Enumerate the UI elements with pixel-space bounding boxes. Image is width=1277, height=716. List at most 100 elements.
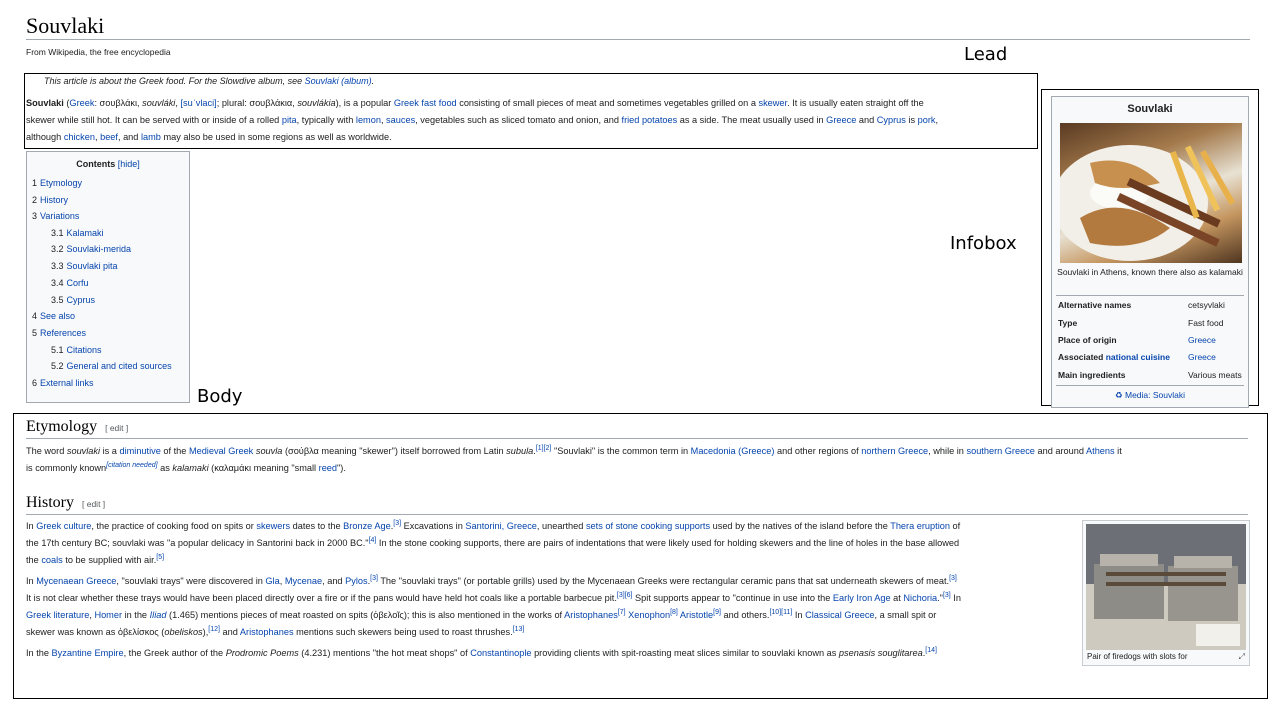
skewer-link[interactable]: skewer bbox=[758, 98, 787, 108]
toc-link-cyprus[interactable]: Cyprus bbox=[67, 295, 96, 305]
nichoria-link[interactable]: Nichoria bbox=[903, 593, 937, 603]
toc-item[interactable]: 3.5 Cyprus bbox=[51, 295, 95, 305]
toc-link-see-also[interactable]: See also bbox=[40, 311, 75, 321]
coals-link[interactable]: coals bbox=[41, 555, 62, 565]
cyprus-link[interactable]: Cyprus bbox=[877, 115, 906, 125]
ipa-link[interactable]: [suˈvlaci] bbox=[180, 98, 216, 108]
toc-item[interactable]: 3.3 Souvlaki pita bbox=[51, 261, 118, 271]
constantinople-link[interactable]: Constantinople bbox=[470, 648, 531, 658]
greek-link[interactable]: Greek bbox=[69, 98, 94, 108]
santorini-link[interactable]: Santorini, Greece bbox=[465, 521, 537, 531]
toc-link-souvlaki-pita[interactable]: Souvlaki pita bbox=[67, 261, 118, 271]
media-link[interactable]: Media: Souvlaki bbox=[1125, 390, 1185, 400]
reference-link[interactable]: [5] bbox=[156, 554, 164, 561]
greek-culture-link[interactable]: Greek culture bbox=[36, 521, 91, 531]
reference-link[interactable]: [7] bbox=[618, 609, 626, 616]
toc-link-citations[interactable]: Citations bbox=[67, 345, 102, 355]
citation-needed-link[interactable]: [citation needed] bbox=[106, 462, 157, 469]
infobox-cuisine-link[interactable]: Greece bbox=[1188, 352, 1216, 362]
toc-hide-toggle[interactable]: [hide] bbox=[118, 159, 140, 169]
pylos-link[interactable]: Pylos bbox=[345, 576, 367, 586]
gla-link[interactable]: Gla bbox=[265, 576, 279, 586]
diminutive-link[interactable]: diminutive bbox=[119, 446, 160, 456]
reference-link[interactable]: [3] bbox=[370, 575, 378, 582]
pork-link[interactable]: pork bbox=[918, 115, 936, 125]
aristophanes-link[interactable]: Aristophanes bbox=[240, 627, 294, 637]
early-iron-age-link[interactable]: Early Iron Age bbox=[833, 593, 891, 603]
toc-link-etymology[interactable]: Etymology bbox=[40, 178, 82, 188]
aristotle-link[interactable]: Aristotle bbox=[680, 610, 713, 620]
bronze-age-link[interactable]: Bronze Age bbox=[343, 521, 391, 531]
reference-link[interactable]: [12] bbox=[208, 626, 220, 633]
toc-link-history[interactable]: History bbox=[40, 195, 68, 205]
reference-link[interactable]: [8] bbox=[670, 609, 678, 616]
byzantine-empire-link[interactable]: Byzantine Empire bbox=[52, 648, 124, 658]
beef-link[interactable]: beef bbox=[100, 132, 118, 142]
toc-link-references[interactable]: References bbox=[40, 328, 86, 338]
reference-link[interactable]: [1][2] bbox=[536, 445, 552, 452]
firedogs-image[interactable] bbox=[1086, 524, 1246, 650]
southern-greece-link[interactable]: southern Greece bbox=[966, 446, 1034, 456]
medieval-greek-link[interactable]: Medieval Greek bbox=[189, 446, 253, 456]
toc-link-corfu[interactable]: Corfu bbox=[67, 278, 89, 288]
iliad-link[interactable]: Iliad bbox=[150, 610, 167, 620]
xenophon-link[interactable]: Xenophon bbox=[628, 610, 670, 620]
toc-link-variations[interactable]: Variations bbox=[40, 211, 79, 221]
enlarge-icon[interactable]: ⤢ bbox=[1239, 652, 1245, 662]
athens-link[interactable]: Athens bbox=[1086, 446, 1115, 456]
etymology-edit-link[interactable]: [ edit ] bbox=[105, 423, 128, 433]
infobox-image[interactable] bbox=[1060, 123, 1242, 263]
reference-link[interactable]: [14] bbox=[925, 647, 937, 654]
classical-greece-link[interactable]: Classical Greece bbox=[805, 610, 874, 620]
reference-link[interactable]: [3] bbox=[393, 520, 401, 527]
hatnote-album-link[interactable]: Souvlaki (album) bbox=[305, 76, 372, 86]
mycenaean-greece-link[interactable]: Mycenaean Greece bbox=[36, 576, 116, 586]
reference-link[interactable]: [9] bbox=[713, 609, 721, 616]
infobox-origin-link[interactable]: Greece bbox=[1188, 335, 1216, 345]
stone-supports-link[interactable]: sets of stone cooking supports bbox=[586, 521, 710, 531]
infobox-media[interactable]: ♻ Media: Souvlaki bbox=[1052, 390, 1248, 401]
lemon-link[interactable]: lemon bbox=[356, 115, 381, 125]
skewers-link[interactable]: skewers bbox=[256, 521, 290, 531]
national-cuisine-link[interactable]: national cuisine bbox=[1106, 352, 1170, 362]
toc-item[interactable]: 1 Etymology bbox=[32, 178, 82, 188]
history-edit-link[interactable]: [ edit ] bbox=[82, 499, 105, 509]
reference-link[interactable]: [13] bbox=[513, 626, 525, 633]
reference-link[interactable]: [3] bbox=[943, 592, 951, 599]
toc-link-souvlaki-merida[interactable]: Souvlaki-merida bbox=[67, 244, 132, 254]
greek-fast-food-link[interactable]: Greek fast food bbox=[394, 98, 457, 108]
homer-link[interactable]: Homer bbox=[94, 610, 122, 620]
toc-num: 3.2 bbox=[51, 244, 64, 254]
reed-link[interactable]: reed bbox=[319, 463, 337, 473]
sauces-link[interactable]: sauces bbox=[386, 115, 415, 125]
toc-item[interactable]: 3.1 Kalamaki bbox=[51, 228, 104, 238]
greece-link[interactable]: Greece bbox=[826, 115, 856, 125]
thera-eruption-link[interactable]: Thera eruption bbox=[890, 521, 950, 531]
history-heading-text: History bbox=[26, 494, 74, 511]
toc-item[interactable]: 2 History bbox=[32, 195, 68, 205]
northern-greece-link[interactable]: northern Greece bbox=[861, 446, 928, 456]
reference-link[interactable]: [3] bbox=[949, 575, 957, 582]
macedonia-link[interactable]: Macedonia (Greece) bbox=[691, 446, 775, 456]
chicken-link[interactable]: chicken bbox=[64, 132, 95, 142]
toc-item[interactable]: 3.4 Corfu bbox=[51, 278, 89, 288]
reference-link[interactable]: [10][11] bbox=[769, 609, 792, 616]
toc-item[interactable]: 6 External links bbox=[32, 378, 94, 388]
toc-link-kalamaki[interactable]: Kalamaki bbox=[67, 228, 104, 238]
aristophanes-link[interactable]: Aristophanes bbox=[564, 610, 618, 620]
toc-item[interactable]: 5.1 Citations bbox=[51, 345, 102, 355]
toc-link-sources[interactable]: General and cited sources bbox=[67, 361, 172, 371]
reference-link[interactable]: [3][6] bbox=[617, 592, 633, 599]
toc-item[interactable]: 3 Variations bbox=[32, 211, 79, 221]
toc-item[interactable]: 3.2 Souvlaki-merida bbox=[51, 244, 131, 254]
mycenae-link[interactable]: Mycenae bbox=[285, 576, 322, 586]
toc-link-external-links[interactable]: External links bbox=[40, 378, 94, 388]
pita-link[interactable]: pita bbox=[282, 115, 297, 125]
greek-literature-link[interactable]: Greek literature bbox=[26, 610, 89, 620]
body-text: providing clients with spit-roasting mea… bbox=[531, 648, 839, 658]
toc-item[interactable]: 4 See also bbox=[32, 311, 75, 321]
lamb-link[interactable]: lamb bbox=[141, 132, 161, 142]
fried-potatoes-link[interactable]: fried potatoes bbox=[622, 115, 678, 125]
toc-item[interactable]: 5.2 General and cited sources bbox=[51, 361, 172, 371]
toc-item[interactable]: 5 References bbox=[32, 328, 86, 338]
